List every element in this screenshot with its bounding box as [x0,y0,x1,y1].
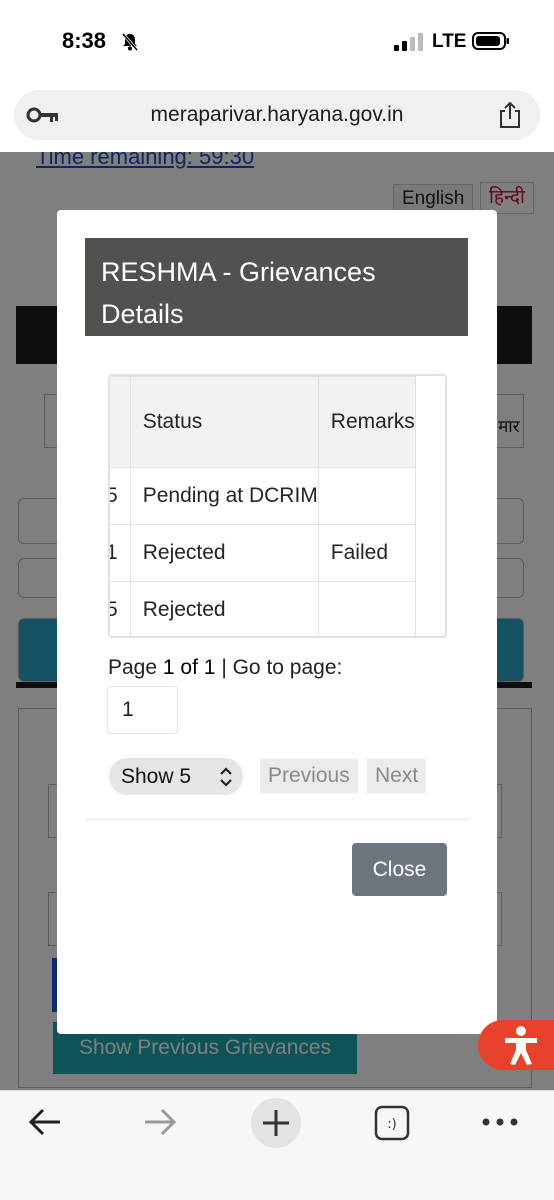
modal-footer-divider [85,819,468,820]
previous-page-button[interactable]: Previous [260,759,358,793]
page-label: Page [108,656,158,679]
tabs-icon[interactable]: :) [374,1105,410,1141]
browser-toolbar: :) [0,1090,554,1200]
back-arrow-icon[interactable] [26,1105,66,1139]
signal-icon [394,33,424,51]
of-label: of [180,656,198,679]
table-cell: 425 [110,581,131,636]
status-bar: 8:38 LTE [0,0,554,82]
table-row: 925 Pending at DCRIM [110,467,416,525]
table-cell-status: Rejected [129,524,319,582]
table-row: 9801 Rejected Failed [110,524,416,582]
table-row: 425 Rejected [110,581,416,636]
battery-icon [472,32,509,50]
goto-label: | Go to page: [221,656,343,679]
table-cell-remarks: Failed [317,524,416,582]
table-cell: 9801 [110,524,131,582]
accessibility-button[interactable] [478,1020,554,1070]
column-header-remarks: Remarks [317,376,416,468]
grievances-table-scroll[interactable]: Status Remarks 925 Pending at DCRIM 9801… [108,374,447,638]
pagination-info: Page 1 of 1 | Go to page: [108,656,342,680]
more-options-icon[interactable] [478,1115,522,1129]
close-button[interactable]: Close [352,843,447,896]
goto-page-input[interactable] [107,686,178,734]
total-pages: 1 [203,656,216,679]
modal-title: RESHMA - Grievances Details [85,238,468,336]
page-size-value: Show 5 [121,765,192,788]
url-text: meraparivar.haryana.gov.in [150,103,404,126]
table-cell-remarks [317,581,416,636]
forward-arrow-icon[interactable] [140,1105,180,1139]
table-cell-status: Pending at DCRIM [129,467,319,525]
chevron-up-down-icon [220,767,232,787]
share-icon[interactable] [498,101,522,129]
table-cell: 925 [110,467,131,525]
bell-slash-icon [121,33,139,51]
address-bar[interactable]: meraparivar.haryana.gov.in [14,90,540,140]
status-time: 8:38 [62,28,107,53]
column-header [110,376,131,468]
column-header-status: Status [129,376,319,468]
table-cell-remarks [317,467,416,525]
table-header-row: Status Remarks [110,376,416,468]
grievances-table: Status Remarks 925 Pending at DCRIM 9801… [110,376,416,636]
table-cell-status: Rejected [129,581,319,636]
page-size-select[interactable]: Show 5 [109,758,243,795]
network-label: LTE [432,31,467,52]
accessibility-icon [505,1026,537,1065]
new-tab-plus-icon[interactable] [250,1097,302,1149]
svg-text::): :) [387,1117,396,1132]
grievances-modal: RESHMA - Grievances Details Status Remar… [57,210,497,1034]
next-page-button[interactable]: Next [367,759,427,793]
current-page: 1 [162,656,175,679]
